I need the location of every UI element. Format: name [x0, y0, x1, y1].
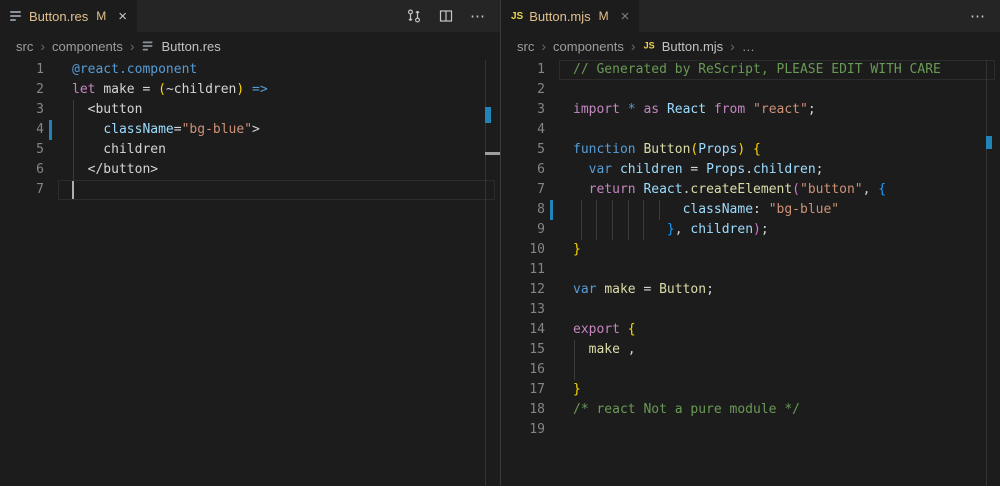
tab-bar-right: JS Button.mjs M × ⋯	[501, 0, 1000, 32]
breadcrumb-item-src[interactable]: src	[16, 39, 33, 54]
code-line: export {	[573, 320, 636, 340]
line-number: 19	[501, 420, 545, 440]
modified-badge: M	[599, 9, 609, 23]
line-number: 1	[0, 60, 44, 80]
line-number: 14	[501, 320, 545, 340]
overview-ruler-marker	[485, 107, 491, 123]
tab-label: Button.mjs	[529, 9, 590, 24]
chevron-icon: ›	[631, 38, 636, 54]
overview-ruler	[485, 60, 486, 486]
line-number: 7	[0, 180, 44, 200]
js-file-icon: JS	[643, 41, 654, 51]
code-line: }	[573, 240, 581, 260]
breadcrumb-item-components[interactable]: components	[553, 39, 624, 54]
editor-actions-right: ⋯	[970, 0, 1000, 32]
chevron-icon: ›	[730, 38, 735, 54]
overview-ruler-marker	[485, 152, 500, 155]
code-line: // Generated by ReScript, PLEASE EDIT WI…	[573, 60, 941, 80]
open-changes-icon[interactable]	[406, 8, 422, 24]
overview-ruler	[986, 60, 987, 486]
line-number: 8	[501, 200, 545, 220]
chevron-icon: ›	[130, 38, 135, 54]
modified-gutter-marker	[49, 120, 52, 140]
code-line: className: "bg-blue"	[573, 200, 839, 220]
code-line: }	[573, 380, 581, 400]
line-number: 7	[501, 180, 545, 200]
code-line: make ,	[573, 340, 636, 360]
code-line: @react.component	[72, 60, 197, 80]
breadcrumb-item-file[interactable]: Button.res	[162, 39, 221, 54]
res-file-icon	[10, 9, 23, 23]
line-number: 4	[0, 120, 44, 140]
code-line: </button>	[72, 160, 158, 180]
breadcrumb-item-components[interactable]: components	[52, 39, 123, 54]
line-number: 17	[501, 380, 545, 400]
close-icon[interactable]: ×	[621, 9, 630, 24]
tab-bar-left: Button.res M ×	[0, 0, 500, 32]
tab-label: Button.res	[29, 9, 88, 24]
breadcrumb-right: src › components › JS Button.mjs › …	[501, 32, 1000, 60]
code-line: <button	[72, 100, 142, 120]
code-editor-left[interactable]: 1 @react.component 2 let make = (~children)…	[0, 60, 500, 486]
line-number: 10	[501, 240, 545, 260]
code-line: function Button(Props) {	[573, 140, 761, 160]
line-number: 6	[501, 160, 545, 180]
line-number: 3	[501, 100, 545, 120]
code-editor-right[interactable]: 1 // Generated by ReScript, PLEASE EDIT W…	[501, 60, 1000, 486]
more-actions-icon[interactable]: ⋯	[470, 7, 486, 25]
current-line-highlight	[58, 180, 495, 200]
line-number: 3	[0, 100, 44, 120]
breadcrumb-item-src[interactable]: src	[517, 39, 534, 54]
code-line: className="bg-blue">	[72, 120, 260, 140]
editor-pane-left: Button.res M ×	[0, 0, 500, 486]
indent-guide	[574, 360, 575, 380]
line-number: 16	[501, 360, 545, 380]
line-number: 9	[501, 220, 545, 240]
breadcrumb-item-file[interactable]: Button.mjs	[662, 39, 723, 54]
line-number: 11	[501, 260, 545, 280]
modified-gutter-marker	[550, 200, 553, 220]
code-line: children	[72, 140, 166, 160]
breadcrumb-item-more[interactable]: …	[742, 39, 755, 54]
code-line: var children = Props.children;	[573, 160, 824, 180]
js-file-icon: JS	[511, 11, 523, 22]
chevron-icon: ›	[541, 38, 546, 54]
tab-button-res[interactable]: Button.res M ×	[0, 0, 137, 32]
close-icon[interactable]: ×	[118, 9, 127, 24]
code-line: let make = (~children) =>	[72, 80, 268, 100]
more-actions-icon[interactable]: ⋯	[970, 7, 986, 25]
line-number: 1	[501, 60, 545, 80]
code-line: import * as React from "react";	[573, 100, 816, 120]
line-number: 2	[0, 80, 44, 100]
line-number: 15	[501, 340, 545, 360]
breadcrumb-left: src › components › Button.res	[0, 32, 500, 60]
line-number: 4	[501, 120, 545, 140]
line-number: 5	[501, 140, 545, 160]
tab-button-mjs[interactable]: JS Button.mjs M ×	[501, 0, 639, 32]
line-number: 18	[501, 400, 545, 420]
text-cursor	[72, 181, 74, 199]
overview-ruler-marker	[986, 136, 992, 149]
res-file-icon	[142, 40, 154, 53]
split-editor-icon[interactable]	[438, 8, 454, 24]
line-number: 6	[0, 160, 44, 180]
chevron-icon: ›	[40, 38, 45, 54]
editor-actions-left: ⋯	[406, 0, 500, 32]
vscode-window: Button.res M ×	[0, 0, 1000, 486]
code-line: return React.createElement("button", {	[573, 180, 886, 200]
editor-pane-right: JS Button.mjs M × ⋯ src › components › J…	[500, 0, 1000, 486]
code-line: /* react Not a pure module */	[573, 400, 800, 420]
line-number: 2	[501, 80, 545, 100]
line-number: 5	[0, 140, 44, 160]
line-number: 13	[501, 300, 545, 320]
code-line: var make = Button;	[573, 280, 714, 300]
modified-badge: M	[96, 9, 106, 23]
line-number: 12	[501, 280, 545, 300]
code-line: }, children);	[573, 220, 769, 240]
